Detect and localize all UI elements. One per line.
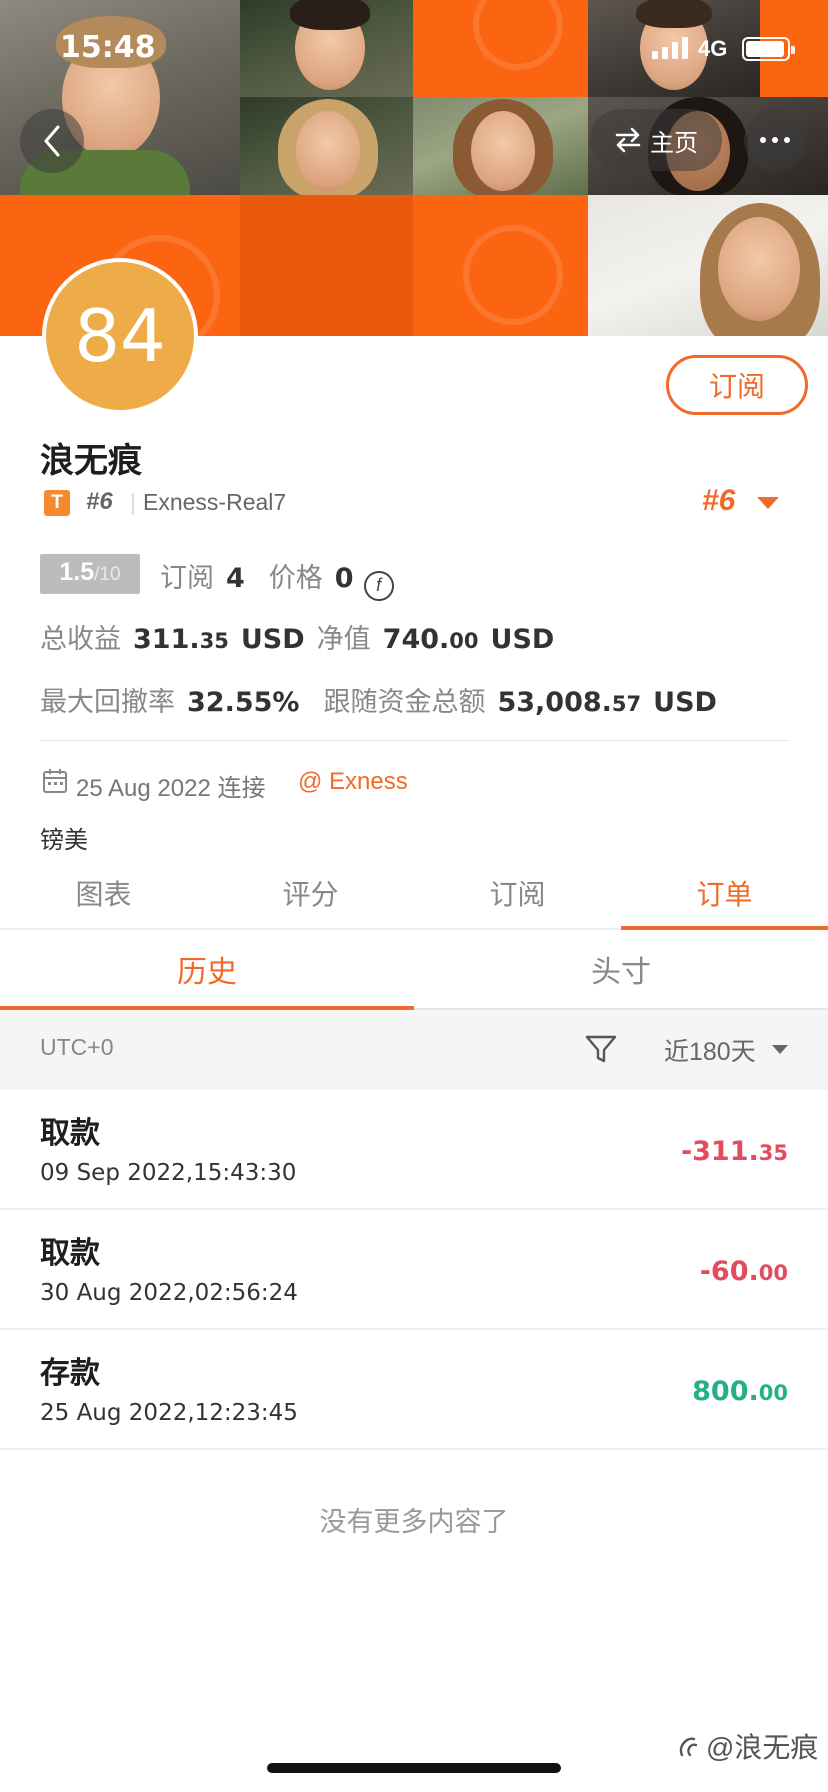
timezone-label: UTC+0 xyxy=(40,1034,114,1060)
server-name: Exness-Real7 xyxy=(143,489,287,515)
transaction-type: 取款 xyxy=(40,1237,100,1270)
signal-icon xyxy=(652,37,688,59)
transaction-time: 09 Sep 2022,15:43:30 xyxy=(40,1160,297,1186)
home-indicator xyxy=(267,1763,561,1773)
divider xyxy=(132,493,134,515)
network-type: 4G xyxy=(698,36,728,61)
tab-rating[interactable]: 评分 xyxy=(207,858,414,928)
rank-label: #6 xyxy=(86,488,113,515)
transaction-time: 30 Aug 2022,02:56:24 xyxy=(40,1280,298,1306)
rating-value: 1.5 xyxy=(59,558,95,586)
instrument-label: 镑美 xyxy=(40,827,88,854)
subscribe-button[interactable]: 订阅 xyxy=(666,355,808,415)
transaction-type: 存款 xyxy=(40,1357,100,1390)
rating-max: /10 xyxy=(94,564,121,585)
status-time: 15:48 xyxy=(60,30,156,65)
tab-positions[interactable]: 头寸 xyxy=(414,930,828,1008)
drawdown-value: 32.55% xyxy=(187,687,300,718)
transaction-list: 取款 09 Sep 2022,15:43:30 -311.35 取款 30 Au… xyxy=(0,1090,828,1450)
rank-dropdown-value[interactable]: #6 xyxy=(702,484,735,518)
transaction-time: 25 Aug 2022,12:23:45 xyxy=(40,1400,298,1426)
tab-chart[interactable]: 图表 xyxy=(0,858,207,928)
profit-equity-row: 总收益 311.35 USD 净值 740.00 USD xyxy=(40,617,554,656)
pattern-tile xyxy=(240,195,413,336)
watermark: @浪无痕 xyxy=(676,1726,818,1766)
follow-funds-label: 跟随资金总额 xyxy=(323,687,486,717)
avatar-tile xyxy=(413,97,588,199)
status-bar: 15:48 4G xyxy=(0,0,828,100)
subscriptions-value: 4 xyxy=(226,563,245,594)
transaction-amount: -60.00 xyxy=(699,1256,788,1287)
equity-unit: USD xyxy=(490,624,555,655)
price-value: 0 xyxy=(334,563,354,594)
pattern-tile xyxy=(413,195,588,336)
price-label: 价格 xyxy=(268,563,323,593)
score-avatar: 84 xyxy=(42,258,198,414)
follow-funds-value: 53,008.57 xyxy=(497,687,642,718)
transaction-amount: -311.35 xyxy=(680,1136,788,1167)
trader-type-badge: T xyxy=(44,490,70,516)
transaction-type: 取款 xyxy=(40,1117,100,1150)
equity-label: 净值 xyxy=(316,624,371,654)
swap-icon xyxy=(615,127,641,153)
subscription-price-row: 订阅 4 价格 0 f xyxy=(160,556,394,601)
subscriptions-label: 订阅 xyxy=(160,563,214,593)
total-profit-value: 311.35 xyxy=(133,624,229,655)
drawdown-funds-row: 最大回撤率 32.55% 跟随资金总额 53,008.57 USD xyxy=(40,680,717,719)
caret-down-icon[interactable] xyxy=(772,1045,788,1054)
home-button-label: 主页 xyxy=(650,129,698,157)
filter-bar: UTC+0 近180天 xyxy=(0,1010,828,1090)
connect-date: 25 Aug 2022 连接 xyxy=(76,775,266,802)
drawdown-label: 最大回撤率 xyxy=(40,687,175,717)
rating-badge: 1.5/10 xyxy=(40,554,140,594)
filter-icon[interactable] xyxy=(584,1032,618,1066)
trader-name: 浪无痕 xyxy=(40,442,142,480)
calendar-icon xyxy=(43,769,67,793)
total-profit-unit: USD xyxy=(240,624,305,655)
weibo-logo-icon xyxy=(679,1737,698,1757)
sub-tab-bar: 历史 头寸 xyxy=(0,930,828,1010)
list-item[interactable]: 取款 30 Aug 2022,02:56:24 -60.00 xyxy=(0,1210,828,1330)
end-of-list-message: 没有更多内容了 xyxy=(319,1507,509,1537)
tab-subscription[interactable]: 订阅 xyxy=(414,858,621,928)
home-button[interactable]: 主页 xyxy=(590,109,722,171)
broker-link[interactable]: @ Exness xyxy=(298,768,408,796)
chevron-left-icon xyxy=(44,125,60,157)
tab-orders[interactable]: 订单 xyxy=(621,858,828,930)
back-button[interactable] xyxy=(20,109,84,173)
list-item[interactable]: 存款 25 Aug 2022,12:23:45 800.00 xyxy=(0,1330,828,1450)
tab-history[interactable]: 历史 xyxy=(0,930,414,1010)
follow-funds-unit: USD xyxy=(653,687,717,718)
period-selector[interactable]: 近180天 xyxy=(664,1032,756,1068)
divider xyxy=(40,740,790,741)
more-button[interactable] xyxy=(744,109,806,171)
battery-icon xyxy=(742,37,795,61)
avatar-tile xyxy=(588,195,828,336)
more-dots-icon xyxy=(757,137,793,143)
transaction-amount: 800.00 xyxy=(692,1376,788,1407)
main-tab-bar: 图表 评分 订阅 订单 xyxy=(0,858,828,930)
total-profit-label: 总收益 xyxy=(40,624,121,654)
list-item[interactable]: 取款 09 Sep 2022,15:43:30 -311.35 xyxy=(0,1090,828,1210)
equity-value: 740.00 xyxy=(382,624,479,655)
caret-down-icon[interactable] xyxy=(757,497,779,509)
currency-coin-icon: f xyxy=(363,570,394,601)
avatar-tile xyxy=(240,97,413,199)
watermark-text: @浪无痕 xyxy=(706,1732,819,1763)
